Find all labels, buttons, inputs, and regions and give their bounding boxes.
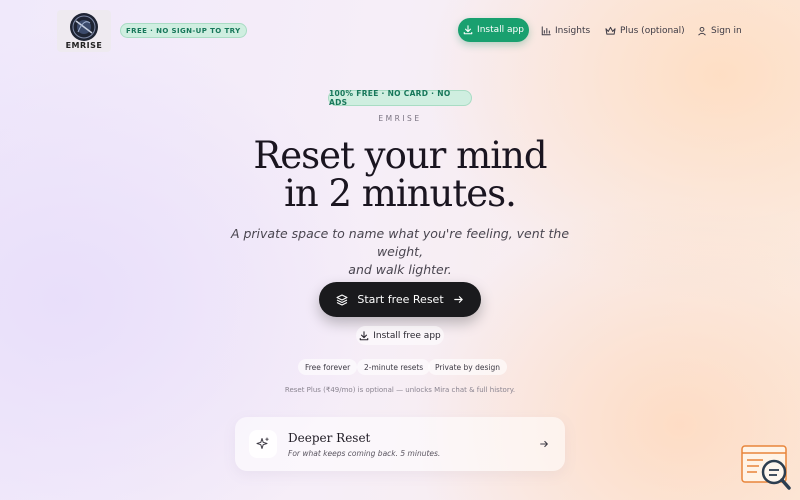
crown-icon (605, 26, 616, 35)
install-app-label: Install app (477, 25, 524, 35)
card-subtitle: For what keeps coming back. 5 minutes. (288, 449, 441, 458)
sparkles-icon (249, 430, 277, 458)
nav-sign-in[interactable]: Sign in (697, 24, 742, 38)
card-title: Deeper Reset (288, 431, 371, 445)
subtitle-line-2: and walk lighter. (348, 262, 452, 277)
chip-private-by-design: Private by design (428, 359, 507, 375)
arrow-right-icon (537, 437, 551, 451)
hero-subtitle: A private space to name what you're feel… (210, 225, 590, 279)
floating-widget-button[interactable] (741, 445, 791, 490)
hero-badge: 100% FREE · NO CARD · NO ADS (328, 89, 472, 107)
download-icon (359, 330, 369, 340)
install-free-app-label: Install free app (373, 330, 441, 341)
nav-plus-label: Plus (optional) (620, 26, 685, 36)
nav-insights[interactable]: Insights (541, 24, 590, 38)
layers-icon (336, 294, 348, 305)
headline-line-1: Reset your mind (253, 134, 547, 177)
nav-plus[interactable]: Plus (optional) (605, 24, 685, 38)
headline-line-2: in 2 minutes. (284, 172, 517, 215)
nav-sign-in-label: Sign in (711, 26, 742, 36)
arrow-right-icon (453, 296, 463, 303)
chip-free-forever: Free forever (298, 359, 358, 375)
free-tag-badge: FREE · NO SIGN-UP TO TRY (120, 23, 247, 38)
install-app-button[interactable]: Install app (458, 18, 529, 42)
subtitle-line-1: A private space to name what you're feel… (230, 226, 570, 259)
logo-wordmark: EMRISE (65, 41, 103, 50)
hero-eyebrow: EMRISE (378, 114, 422, 123)
logo[interactable]: EMRISE (57, 10, 111, 52)
deeper-reset-card[interactable]: Deeper Reset For what keeps coming back.… (235, 417, 565, 471)
download-icon (463, 25, 473, 35)
plus-note: Reset Plus (₹49/mo) is optional — unlock… (284, 386, 516, 394)
bar-chart-icon (541, 26, 551, 36)
hero-headline: Reset your mind in 2 minutes. (0, 137, 800, 213)
install-free-app-button[interactable]: Install free app (356, 326, 444, 345)
start-free-reset-label: Start free Reset (357, 293, 444, 306)
chip-2-minute-resets: 2-minute resets (357, 359, 431, 375)
user-icon (698, 26, 706, 36)
logo-emblem-icon (70, 13, 98, 41)
window-search-icon (741, 445, 791, 490)
start-free-reset-button[interactable]: Start free Reset (319, 282, 481, 317)
nav-insights-label: Insights (555, 26, 591, 36)
